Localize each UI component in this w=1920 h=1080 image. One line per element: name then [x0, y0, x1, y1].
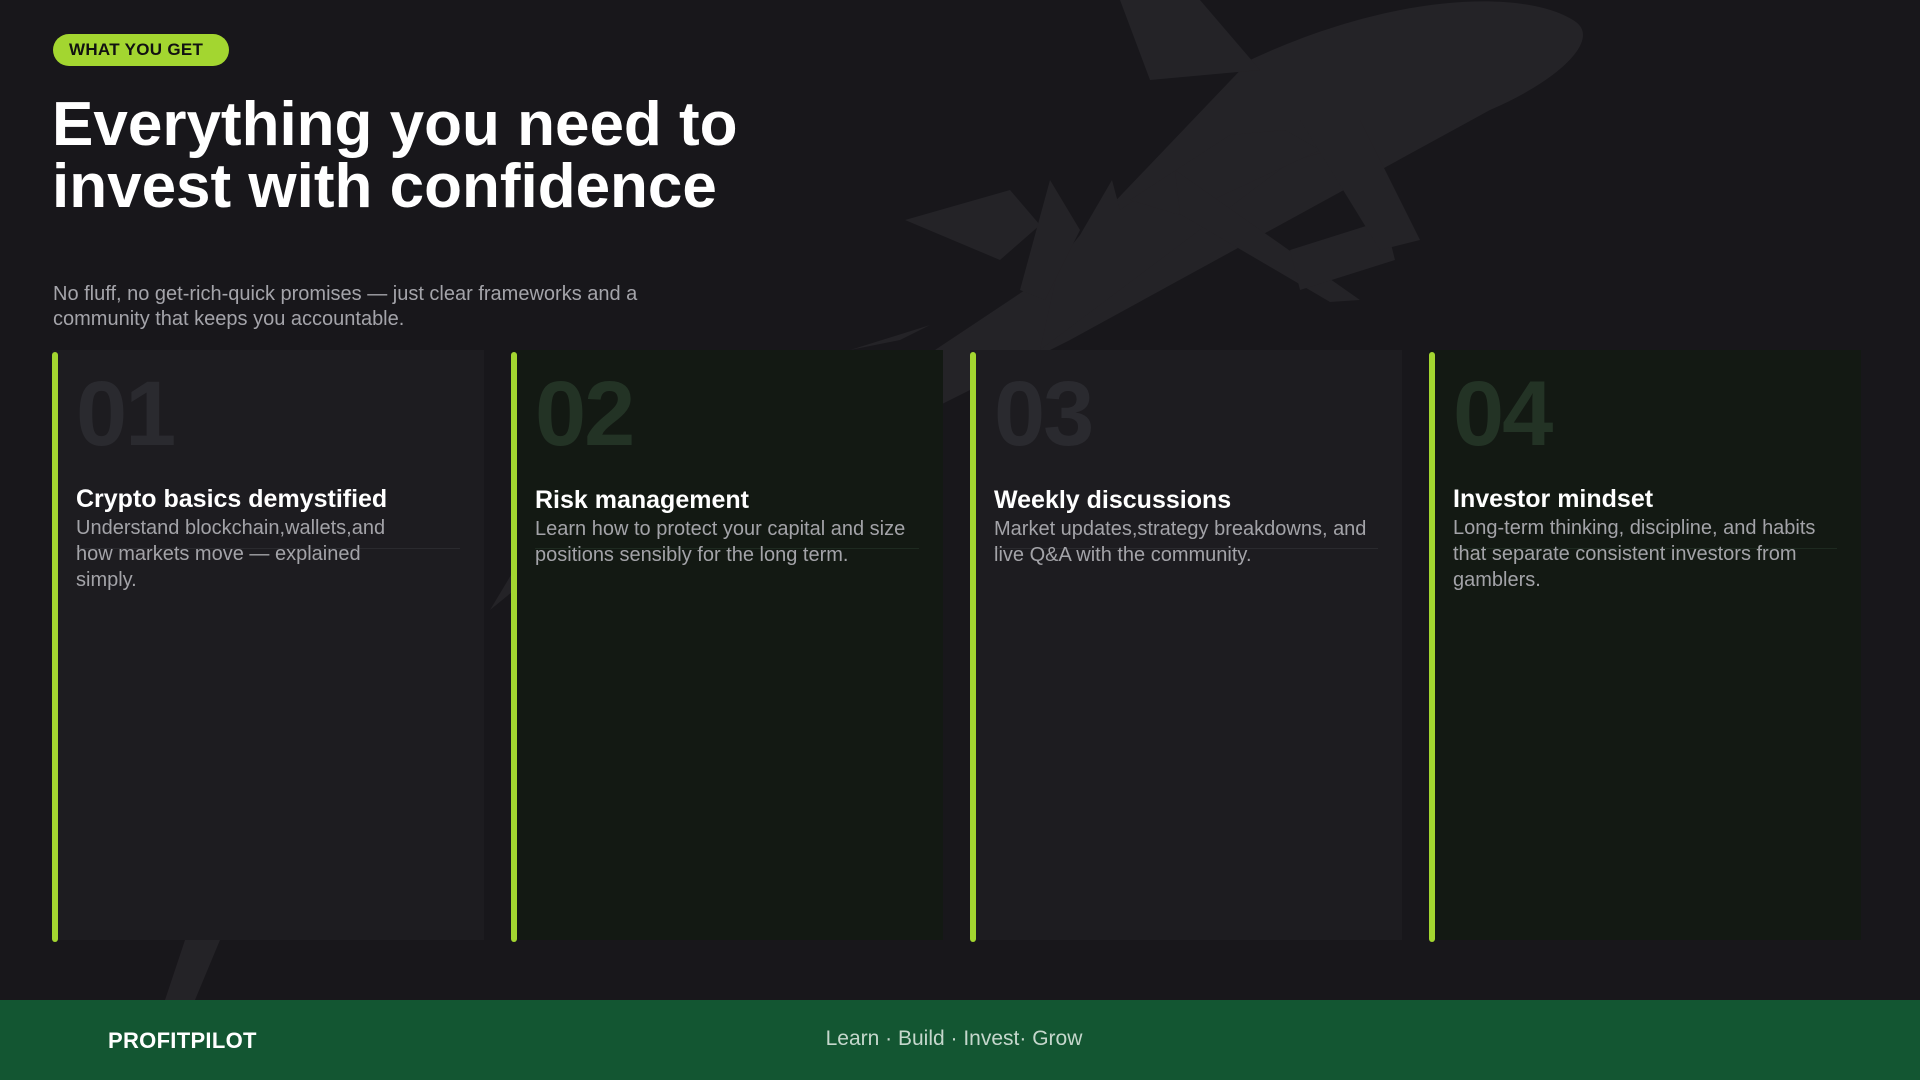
- card-title: Risk management: [535, 486, 749, 514]
- feature-card-4: 04 Investor mindset Long-term thinking, …: [1429, 350, 1861, 942]
- accent-bar: [52, 352, 58, 942]
- accent-bar: [1429, 352, 1435, 942]
- card-title: Crypto basics demystified: [76, 485, 388, 513]
- accent-bar: [511, 352, 517, 942]
- feature-card-1: 01 Crypto basics demystified Understand …: [52, 350, 484, 942]
- footer-tagline: Learn · Build · Invest· Grow: [825, 1027, 1083, 1050]
- card-number: 02: [535, 363, 635, 465]
- feature-cards: 01 Crypto basics demystified Understand …: [52, 350, 1864, 944]
- card-description: Long-term thinking, discipline, and habi…: [1453, 517, 1816, 591]
- card-number: 01: [76, 363, 176, 465]
- page-subtitle: No fluff, no get-rich-quick promises — j…: [53, 283, 638, 330]
- card-number: 03: [994, 363, 1094, 465]
- feature-card-2: 02 Risk management Learn how to protect …: [511, 350, 943, 942]
- card-description: Market updates,strategy breakdowns, and …: [994, 518, 1367, 566]
- accent-bar: [970, 352, 976, 942]
- footer-bar: PROFITPILOT Learn · Build · Invest· Grow: [0, 1000, 1920, 1080]
- card-description: Learn how to protect your capital and si…: [535, 518, 906, 566]
- card-description: Understand blockchain,wallets,and how ma…: [76, 517, 386, 591]
- section-badge: WHAT YOU GET: [53, 34, 230, 66]
- slide: WHAT YOU GET Everything you need to inve…: [0, 0, 1920, 1080]
- card-title: Weekly discussions: [994, 486, 1232, 514]
- card-title: Investor mindset: [1453, 485, 1654, 513]
- card-number: 04: [1453, 363, 1553, 465]
- page-title: Everything you need to invest with confi…: [52, 90, 738, 221]
- feature-card-3: 03 Weekly discussions Market updates,str…: [970, 350, 1402, 942]
